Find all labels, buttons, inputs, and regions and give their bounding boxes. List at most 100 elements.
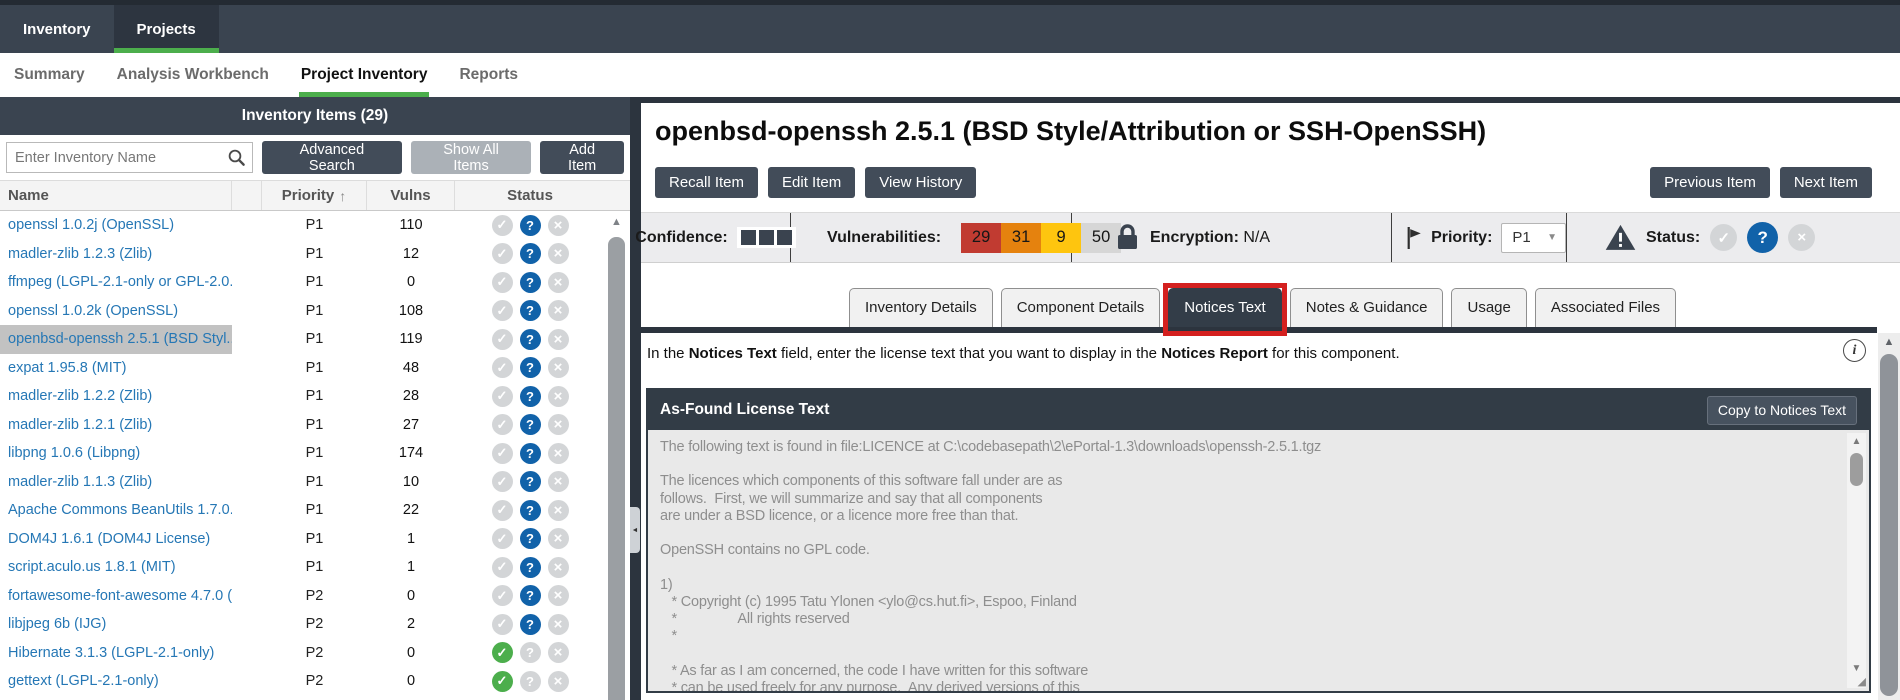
status-approved-icon[interactable]: ✓	[492, 386, 513, 407]
status-review-icon[interactable]: ?	[520, 215, 541, 236]
sub-nav-tab-analysis-workbench[interactable]: Analysis Workbench	[115, 53, 271, 97]
priority-select[interactable]: P1 ▼	[1501, 223, 1566, 253]
top-nav-tab-projects[interactable]: Projects	[114, 5, 219, 53]
scroll-up-icon[interactable]: ▲	[1847, 436, 1866, 447]
sub-nav-tab-project-inventory[interactable]: Project Inventory	[299, 53, 430, 97]
status-rejected-icon[interactable]: ×	[548, 357, 569, 378]
sidebar-scrollbar[interactable]: ▲	[606, 213, 627, 700]
status-rejected-icon[interactable]: ×	[548, 557, 569, 578]
license-text-area[interactable]: The following text is found in file:LICE…	[648, 430, 1869, 691]
item-name-link[interactable]: expat 1.95.8 (MIT)	[8, 360, 126, 376]
edit-item-button[interactable]: Edit Item	[768, 167, 855, 198]
status-approved-icon[interactable]: ✓	[492, 642, 513, 663]
textarea-scrollbar-thumb[interactable]	[1850, 453, 1863, 486]
item-name-link[interactable]: openssl 1.0.2k (OpenSSL)	[8, 303, 178, 319]
status-review-icon[interactable]: ?	[520, 671, 541, 692]
tab-inventory-details[interactable]: Inventory Details	[849, 288, 993, 327]
add-item-button[interactable]: Add Item	[540, 141, 624, 174]
column-header-vulns[interactable]: Vulns	[367, 181, 455, 210]
view-history-button[interactable]: View History	[865, 167, 976, 198]
status-rejected-icon[interactable]: ×	[548, 272, 569, 293]
info-icon[interactable]: i	[1843, 339, 1866, 362]
status-rejected-icon[interactable]: ×	[548, 500, 569, 521]
status-rejected-icon[interactable]: ×	[548, 386, 569, 407]
column-header-priority[interactable]: Priority ↑	[262, 181, 367, 210]
item-name-link[interactable]: fortawesome-font-awesome 4.7.0 (...	[8, 588, 232, 604]
item-name-link[interactable]: libpng 1.0.6 (Libpng)	[8, 445, 140, 461]
status-approved-icon[interactable]: ✓	[492, 414, 513, 435]
status-approved-icon[interactable]: ✓	[492, 443, 513, 464]
item-name-link[interactable]: madler-zlib 1.2.3 (Zlib)	[8, 246, 152, 262]
status-rejected-icon[interactable]: ×	[548, 671, 569, 692]
top-nav-tab-inventory[interactable]: Inventory	[0, 5, 114, 53]
status-review-icon[interactable]: ?	[520, 329, 541, 350]
status-review-icon[interactable]: ?	[520, 414, 541, 435]
status-rejected-icon[interactable]: ×	[548, 300, 569, 321]
item-name-link[interactable]: libjpeg 6b (IJG)	[8, 616, 106, 632]
copy-to-notices-button[interactable]: Copy to Notices Text	[1707, 396, 1857, 425]
status-rejected-icon[interactable]: ×	[548, 215, 569, 236]
status-rejected-icon[interactable]: ×	[548, 614, 569, 635]
status-rejected-icon[interactable]: ×	[548, 471, 569, 492]
status-rejected-icon[interactable]: ×	[548, 528, 569, 549]
status-reject-button[interactable]: ×	[1788, 224, 1815, 251]
item-name-link[interactable]: openbsd-openssh 2.5.1 (BSD Styl...	[8, 331, 232, 347]
status-rejected-icon[interactable]: ×	[548, 329, 569, 350]
status-approved-icon[interactable]: ✓	[492, 500, 513, 521]
status-review-icon[interactable]: ?	[520, 528, 541, 549]
status-approved-icon[interactable]: ✓	[492, 357, 513, 378]
status-review-icon[interactable]: ?	[520, 272, 541, 293]
status-approved-icon[interactable]: ✓	[492, 585, 513, 606]
scroll-up-icon[interactable]: ▲	[1878, 333, 1900, 351]
status-approved-icon[interactable]: ✓	[492, 329, 513, 350]
status-approved-icon[interactable]: ✓	[492, 272, 513, 293]
status-review-button[interactable]: ?	[1747, 222, 1778, 253]
status-review-icon[interactable]: ?	[520, 585, 541, 606]
page-scrollbar[interactable]: ▲	[1878, 333, 1900, 700]
column-header-name[interactable]: Name	[0, 181, 232, 210]
sub-nav-tab-summary[interactable]: Summary	[12, 53, 87, 97]
item-name-link[interactable]: Apache Commons BeanUtils 1.7.0...	[8, 502, 232, 518]
status-review-icon[interactable]: ?	[520, 300, 541, 321]
tab-notices-text[interactable]: Notices Text	[1168, 288, 1281, 327]
recall-item-button[interactable]: Recall Item	[655, 167, 758, 198]
show-all-items-button[interactable]: Show All Items	[411, 141, 532, 174]
status-approve-button[interactable]: ✓	[1710, 224, 1737, 251]
splitter-collapse-handle[interactable]: ◄	[630, 507, 640, 553]
next-item-button[interactable]: Next Item	[1780, 167, 1872, 198]
status-rejected-icon[interactable]: ×	[548, 414, 569, 435]
status-approved-icon[interactable]: ✓	[492, 300, 513, 321]
item-name-link[interactable]: Hibernate 3.1.3 (LGPL-2.1-only)	[8, 645, 214, 661]
item-name-link[interactable]: gettext (LGPL-2.1-only)	[8, 673, 159, 689]
vulnerability-count-box[interactable]: 31	[1001, 223, 1041, 253]
vulnerability-count-box[interactable]: 29	[961, 223, 1001, 253]
item-name-link[interactable]: madler-zlib 1.2.1 (Zlib)	[8, 417, 152, 433]
column-header-status[interactable]: Status	[455, 181, 605, 210]
status-approved-icon[interactable]: ✓	[492, 614, 513, 635]
item-name-link[interactable]: script.aculo.us 1.8.1 (MIT)	[8, 559, 176, 575]
item-name-link[interactable]: madler-zlib 1.1.3 (Zlib)	[8, 474, 152, 490]
status-approved-icon[interactable]: ✓	[492, 671, 513, 692]
tab-associated-files[interactable]: Associated Files	[1535, 288, 1676, 327]
tab-notes-guidance[interactable]: Notes & Guidance	[1290, 288, 1444, 327]
scroll-up-icon[interactable]: ▲	[606, 213, 627, 231]
status-review-icon[interactable]: ?	[520, 386, 541, 407]
status-review-icon[interactable]: ?	[520, 443, 541, 464]
status-review-icon[interactable]: ?	[520, 357, 541, 378]
resize-grip-icon[interactable]: ◢	[1858, 677, 1866, 688]
status-rejected-icon[interactable]: ×	[548, 642, 569, 663]
tab-component-details[interactable]: Component Details	[1001, 288, 1161, 327]
page-scrollbar-thumb[interactable]	[1880, 354, 1898, 696]
sidebar-splitter[interactable]: ◄	[630, 97, 641, 700]
inventory-search-input[interactable]	[6, 142, 253, 173]
tab-usage[interactable]: Usage	[1451, 288, 1526, 327]
item-name-link[interactable]: DOM4J 1.6.1 (DOM4J License)	[8, 531, 210, 547]
scroll-down-icon[interactable]: ▼	[1847, 663, 1866, 674]
sub-nav-tab-reports[interactable]: Reports	[457, 53, 520, 97]
textarea-scrollbar[interactable]: ▲ ▼ ◢	[1847, 433, 1866, 688]
status-review-icon[interactable]: ?	[520, 500, 541, 521]
sidebar-scrollbar-thumb[interactable]	[608, 237, 625, 700]
status-rejected-icon[interactable]: ×	[548, 585, 569, 606]
item-name-link[interactable]: ffmpeg (LGPL-2.1-only or GPL-2.0...	[8, 274, 232, 290]
status-approved-icon[interactable]: ✓	[492, 471, 513, 492]
